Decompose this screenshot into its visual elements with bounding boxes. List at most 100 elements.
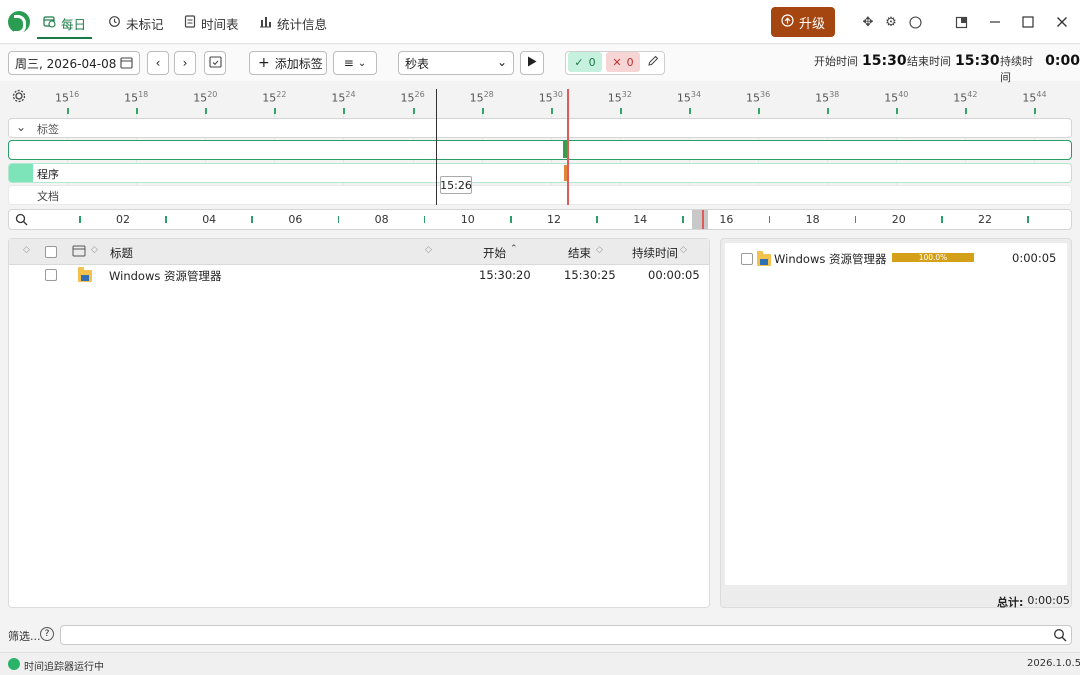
hour-label: 18 [805,213,820,226]
row-end: 15:30:25 [564,268,616,282]
edit-button[interactable] [644,52,662,72]
start-time-display: 开始时间 15:30 [814,53,907,69]
mode-select-value: 秒表 [405,56,430,71]
filter-bar: 筛选... ? [0,620,1080,650]
programs-row-highlight [9,164,33,182]
hour-tick [768,216,771,223]
info-icon[interactable] [905,12,925,32]
app-window: 每日 未标记 时间表 统计信息 升级 ✥ ⚙ 周三, 2026-04-08 ‹ … [0,0,1080,675]
next-day-button[interactable]: › [174,51,196,75]
list-menu-button[interactable]: ≡ ⌄ [333,51,377,75]
duration-display: 持续时间 0:00 [1000,53,1080,85]
activity-table: ◇ ◇ 标题 ◇ 开始 ⌃ 结束 ◇ 持续时间 ◇ Windows 资源管理器 … [8,238,710,608]
today-button[interactable] [204,51,226,75]
sort-icon[interactable]: ◇ [23,246,30,255]
viewport-window[interactable] [692,210,708,229]
time-tick-label: 1516 [55,90,80,105]
file-explorer-icon [78,267,92,282]
time-tick-label: 1528 [469,90,494,105]
tab-unmarked[interactable]: 未标记 [108,11,164,35]
prev-day-button[interactable]: ‹ [147,51,169,75]
sort-icon[interactable]: ◇ [425,246,432,255]
documents-row[interactable]: 文档 [8,185,1072,205]
tag-lane[interactable] [8,140,1072,160]
programs-row[interactable]: 程序 [8,163,1072,183]
tab-unmarked-label: 未标记 [126,16,164,32]
tags-row[interactable]: ⌄ 标签 [8,118,1072,138]
play-icon [527,56,537,70]
minimize-icon[interactable] [985,12,1005,32]
select-all-checkbox[interactable] [45,246,57,258]
column-end[interactable]: 结束 [568,245,591,261]
sort-icon[interactable]: ◇ [91,246,98,255]
column-title[interactable]: 标题 [110,245,133,261]
window-icon [72,245,86,260]
time-tick-label: 1526 [400,90,425,105]
hour-tick [682,216,684,223]
row-checkbox[interactable] [45,269,57,281]
chevron-down-icon: ⌄ [496,55,507,69]
puzzle-icon[interactable]: ✥ [858,12,878,32]
grid-tick [896,108,899,114]
timeline[interactable]: 1516 1518 1520 1522 1524 1526 1528 1530 1532 1534… [8,84,1072,232]
tab-daily-label: 每日 [61,16,87,32]
hour-label: 08 [374,213,389,226]
timeline-settings-gear-icon[interactable] [12,89,26,106]
sort-icon[interactable]: ◇ [596,246,603,255]
zoom-search-icon[interactable] [15,213,28,229]
tab-statistics[interactable]: 统计信息 [259,11,327,35]
hour-label: 14 [633,213,648,226]
grid-tick [205,108,208,114]
hour-tick [251,216,253,223]
summary-total-label: 总计: [997,596,1024,609]
collapse-chevron-icon[interactable]: ⌄ [16,120,26,134]
title-bar: 每日 未标记 时间表 统计信息 升级 ✥ ⚙ [0,0,1080,44]
sort-ascending-icon[interactable]: ⌃ [510,245,518,254]
column-start[interactable]: 开始 [483,245,506,261]
time-tick-label: 1540 [884,90,909,105]
time-tooltip: 15:26 [440,176,472,194]
calendar-check-icon [208,55,222,71]
calendar-icon [120,56,133,72]
hour-tick [596,216,598,223]
close-icon[interactable] [1052,12,1072,32]
maximize-icon[interactable] [1018,12,1038,32]
grid-tick [688,108,691,114]
row-title: Windows 资源管理器 [109,269,222,283]
start-stopwatch-button[interactable] [520,51,544,75]
filter-input[interactable] [60,625,1072,645]
check-count: 0 [588,55,596,69]
hour-label: 20 [891,213,906,226]
summary-item-duration: 0:00:05 [1012,251,1057,265]
hour-label: 10 [460,213,475,226]
date-picker[interactable]: 周三, 2026-04-08 [8,51,140,75]
grid-tick [67,108,69,114]
sort-icon[interactable]: ◇ [680,246,687,255]
start-time-value: 15:30 [862,53,907,69]
tab-daily[interactable]: 每日 [36,11,93,39]
compact-mode-icon[interactable] [951,12,971,32]
day-overview-bar[interactable]: 02 04 06 08 10 12 14 16 18 20 22 [8,209,1072,230]
search-icon[interactable] [1053,628,1067,645]
end-time-value: 15:30 [955,53,1000,69]
upgrade-button[interactable]: 升级 [771,7,835,37]
gear-icon[interactable]: ⚙ [881,12,901,32]
summary-total: 总计: 0:00:05 [997,594,1070,610]
duration-label: 持续时间 [1000,55,1033,84]
tab-timesheet[interactable]: 时间表 [184,11,239,35]
hour-label: 12 [547,213,561,226]
chevron-down-icon: ⌄ [357,57,367,69]
help-icon[interactable]: ? [40,627,54,641]
mode-select[interactable]: 秒表 ⌄ [398,51,514,75]
column-duration[interactable]: 持续时间 [632,245,678,261]
hour-tick [165,216,167,223]
date-value: 周三, 2026-04-08 [15,56,117,71]
grid-tick [274,108,277,114]
plus-icon: + [258,55,270,71]
summary-item-checkbox[interactable] [741,253,753,265]
add-tag-button[interactable]: + 添加标签 [249,51,327,75]
time-tick-label: 1538 [815,90,840,105]
check-count-pill[interactable]: ✓ 0 [568,52,602,72]
time-tick-label: 1542 [953,90,978,105]
cross-count-pill[interactable]: ✕ 0 [606,52,640,72]
